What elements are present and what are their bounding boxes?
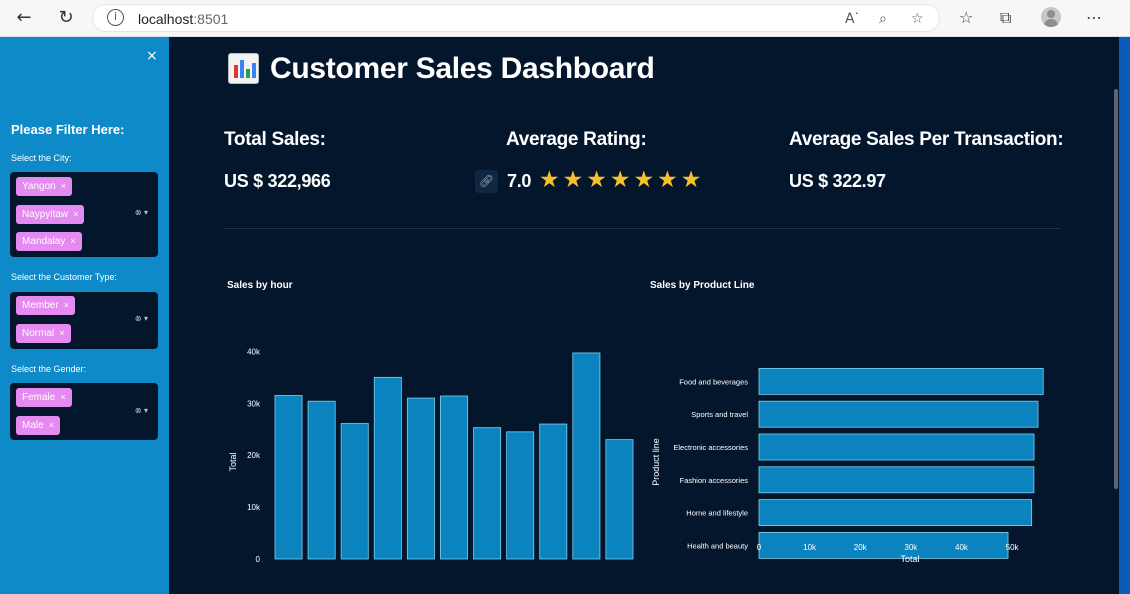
bar-product-line-2 [758,433,1035,461]
remove-tag-icon[interactable]: × [59,328,64,338]
site-info-icon[interactable]: i [107,9,124,26]
x-tick-label: 30k [904,543,918,552]
tag-member[interactable]: Member × [16,296,75,315]
y-tick-label: 10k [247,503,261,512]
y-tick-label: Food and beverages [679,377,748,386]
y-tick-label: 0 [256,555,261,564]
remove-tag-icon[interactable]: × [60,392,65,402]
customer-type-multiselect[interactable]: Member × Normal × ⊗ ▾ [10,292,158,349]
collections-icon[interactable]: ⧉ [1000,8,1011,28]
bar-hour-15 [440,395,468,560]
y-tick-label: Home and lifestyle [686,509,748,518]
bar-product-line-0 [758,368,1044,395]
x-tick-label: 0 [757,543,762,552]
bar-product-line-1 [758,400,1039,428]
avg-per-transaction-label: Average Sales Per Transaction: [789,129,1064,150]
sidebar-title: Please Filter Here: [11,122,125,137]
bar-hour-11 [307,400,336,560]
zoom-icon[interactable]: ⌕ [879,11,887,27]
y-tick-label: Sports and travel [691,410,748,419]
divider [224,228,1060,229]
favorites-icon[interactable]: ☆ [959,8,973,27]
gender-multiselect[interactable]: Female × Male × ⊗ ▾ [10,383,158,440]
read-aloud-icon[interactable]: A͏ᐝ [845,11,858,27]
clear-and-dropdown-icon[interactable]: ⊗ ▾ [135,208,148,217]
page-title: Customer Sales Dashboard [270,52,655,85]
x-tick-label: 50k [1006,543,1020,552]
tag-normal[interactable]: Normal × [16,324,71,343]
chart-title-sales-by-hour: Sales by hour [227,280,293,291]
chart-title-sales-by-product-line: Sales by Product Line [650,280,755,291]
x-tick-label: 20k [854,543,868,552]
gender-filter-label: Select the Gender: [11,364,87,374]
tag-mandalay[interactable]: Mandalay × [16,232,82,251]
close-icon[interactable]: × [146,48,158,64]
x-tick-label: 40k [955,543,969,552]
y-axis-label: Product line [651,438,661,486]
browser-toolbar: ← ↻ i localhost:8501 A͏ᐝ ⌕ ☆ ☆ ⧉ ⋯ [0,0,1130,37]
y-tick-label: Fashion accessories [680,476,749,485]
customer-type-filter-label: Select the Customer Type: [11,272,117,282]
y-tick-label: Health and beauty [687,541,748,550]
back-arrow-icon[interactable]: ← [12,7,36,29]
bar-product-line-4 [758,499,1033,527]
scrollbar[interactable] [1114,89,1118,489]
remove-tag-icon[interactable]: × [49,420,54,430]
avg-rating-value: 7.0 [507,171,532,191]
bar-product-line-3 [758,466,1035,494]
avg-per-transaction-value: US $ 322.97 [789,171,886,191]
city-filter-label: Select the City: [11,153,72,163]
bar-hour-12 [340,423,369,560]
bar-hour-14 [406,397,435,560]
clear-and-dropdown-icon[interactable]: ⊗ ▾ [135,314,148,323]
avg-rating-label: Average Rating: [506,129,647,150]
profile-avatar[interactable] [1041,7,1061,27]
bar-chart-icon [228,53,259,84]
x-tick-label: 10k [803,543,817,552]
bar-hour-13 [373,376,402,560]
remove-tag-icon[interactable]: × [70,236,75,246]
bar-hour-20 [605,439,634,560]
reload-icon[interactable]: ↻ [54,7,78,29]
y-tick-label: 30k [247,399,261,408]
bar-hour-17 [506,431,535,560]
more-menu-icon[interactable]: ⋯ [1086,8,1102,27]
y-tick-label: 20k [247,451,261,460]
total-sales-label: Total Sales: [224,129,326,150]
favorite-add-icon[interactable]: ☆ [911,11,924,27]
y-tick-label: Electronic accessories [673,443,748,452]
sidebar: × Please Filter Here: Select the City: Y… [0,37,169,594]
address-bar[interactable]: i localhost:8501 A͏ᐝ ⌕ ☆ [92,4,940,32]
tag-yangon[interactable]: Yangon × [16,177,73,196]
bar-product-line-5 [758,531,1009,559]
tag-male[interactable]: Male × [16,416,60,435]
streamlit-app: × Please Filter Here: Select the City: Y… [0,37,1130,594]
tag-female[interactable]: Female × [16,388,72,407]
rating-stars: ★★★★★★★ [539,167,705,193]
sales-by-product-line-chart: Food and beverages Sports and travel Elect… [651,368,1044,564]
url-text: localhost:8501 [138,11,229,27]
total-sales-value: US $ 322,966 [224,171,331,191]
sales-by-hour-chart: 010k20k30k40k1011121314151617181920hourT… [228,347,634,564]
bar-hour-18 [539,423,568,560]
link-icon[interactable]: 🔗︎ [475,170,498,193]
remove-tag-icon[interactable]: × [61,181,66,191]
y-tick-label: 40k [247,347,261,356]
bar-hour-16 [473,427,502,560]
y-axis-label: Total [228,452,238,471]
x-axis-label: Total [900,554,919,564]
clear-and-dropdown-icon[interactable]: ⊗ ▾ [135,406,148,415]
bar-hour-10 [274,395,303,560]
tag-naypyitaw[interactable]: Naypyitaw × [16,205,85,224]
bar-hour-19 [572,352,601,560]
remove-tag-icon[interactable]: × [64,300,69,310]
window-edge [1119,37,1130,594]
remove-tag-icon[interactable]: × [73,209,78,219]
city-multiselect[interactable]: Yangon × Naypyitaw × Mandalay × ⊗ ▾ [10,172,158,257]
